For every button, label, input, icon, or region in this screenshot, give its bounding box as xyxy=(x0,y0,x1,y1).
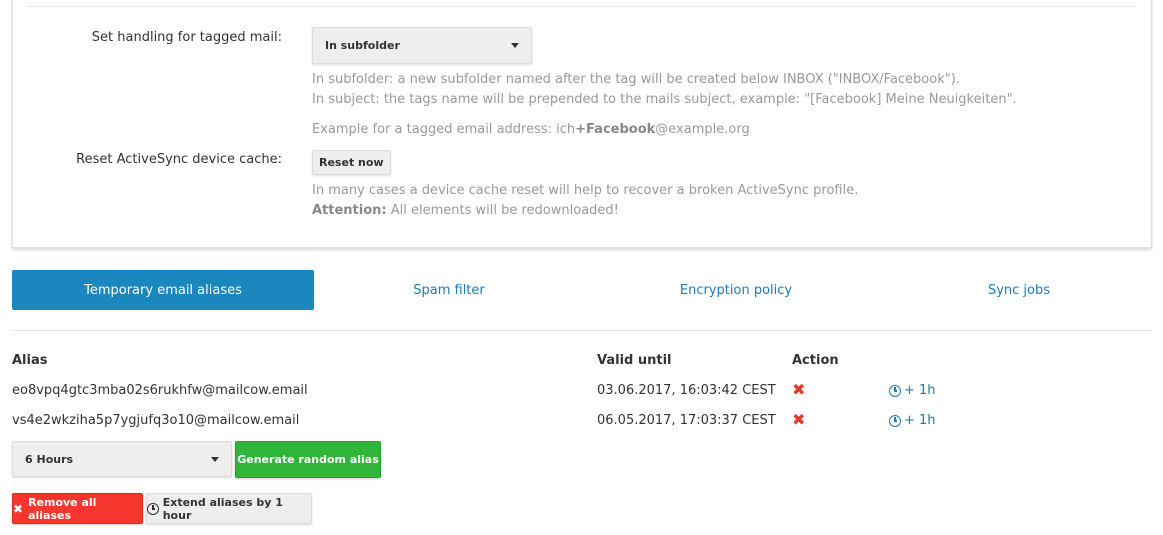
divider xyxy=(12,330,1152,331)
reset-cache-label: Reset ActiveSync device cache: xyxy=(76,152,282,167)
alias-valid-until: 06.05.2017, 17:03:37 CEST xyxy=(597,413,776,428)
column-header-valid-until: Valid until xyxy=(597,353,672,368)
alias-valid-until: 03.06.2017, 16:03:42 CEST xyxy=(597,383,776,398)
clock-icon xyxy=(889,384,901,397)
tab-encryption-policy[interactable]: Encryption policy xyxy=(636,270,836,310)
extend-alias-link[interactable]: + 1h xyxy=(889,413,936,428)
chevron-down-icon xyxy=(211,456,219,462)
chevron-down-icon xyxy=(511,43,519,48)
clock-icon xyxy=(889,414,901,427)
example-suffix: @example.org xyxy=(655,122,750,137)
attention-label: Attention: xyxy=(312,203,387,218)
reset-cache-help: In many cases a device cache reset will … xyxy=(312,183,859,198)
divider xyxy=(28,6,1136,7)
reset-now-button[interactable]: Reset now xyxy=(312,150,391,175)
tagged-mail-label: Set handling for tagged mail: xyxy=(91,30,282,45)
remove-all-aliases-button[interactable]: ✖ Remove all aliases xyxy=(12,493,143,524)
generate-alias-button[interactable]: Generate random alias xyxy=(235,441,381,478)
duration-select-value: 6 Hours xyxy=(25,452,74,466)
example-tag: +Facebook xyxy=(575,122,656,137)
remove-all-label: Remove all aliases xyxy=(28,495,97,522)
close-icon: ✖ xyxy=(13,501,24,516)
tagged-mail-help-subject: In subject: the tags name will be prepen… xyxy=(312,92,1017,107)
tagged-mail-example: Example for a tagged email address: ich+… xyxy=(312,122,750,137)
attention-text: All elements will be redownloaded! xyxy=(386,203,619,218)
duration-select[interactable]: 6 Hours xyxy=(12,441,232,477)
extend-alias-link[interactable]: + 1h xyxy=(889,383,936,398)
tab-spam-filter[interactable]: Spam filter xyxy=(349,270,549,310)
alias-address: vs4e2wkziha5p7ygjufq3o10@mailcow.email xyxy=(12,413,300,428)
tab-bar: Temporary email aliases Spam filter Encr… xyxy=(12,270,1152,310)
extend-all-label: Extend aliases by 1 hour xyxy=(162,495,283,522)
extend-label: + 1h xyxy=(904,413,936,428)
clock-icon xyxy=(147,502,159,515)
extend-label: + 1h xyxy=(904,383,936,398)
example-prefix: Example for a tagged email address: ich xyxy=(312,122,576,137)
column-header-action: Action xyxy=(792,353,839,368)
tab-temporary-aliases[interactable]: Temporary email aliases xyxy=(12,270,314,310)
alias-address: eo8vpq4gtc3mba02s6rukhfw@mailcow.email xyxy=(12,383,308,398)
delete-icon[interactable]: ✖ xyxy=(792,410,805,429)
tagged-mail-select[interactable]: In subfolder xyxy=(312,27,532,64)
tab-sync-jobs[interactable]: Sync jobs xyxy=(919,270,1119,310)
column-header-alias: Alias xyxy=(12,353,48,368)
tagged-mail-help-subfolder: In subfolder: a new subfolder named afte… xyxy=(312,72,960,87)
extend-all-aliases-button[interactable]: Extend aliases by 1 hour xyxy=(146,493,312,524)
tagged-mail-select-value: In subfolder xyxy=(325,39,400,52)
delete-icon[interactable]: ✖ xyxy=(792,380,805,399)
reset-cache-attention: Attention: All elements will be redownlo… xyxy=(312,203,619,218)
